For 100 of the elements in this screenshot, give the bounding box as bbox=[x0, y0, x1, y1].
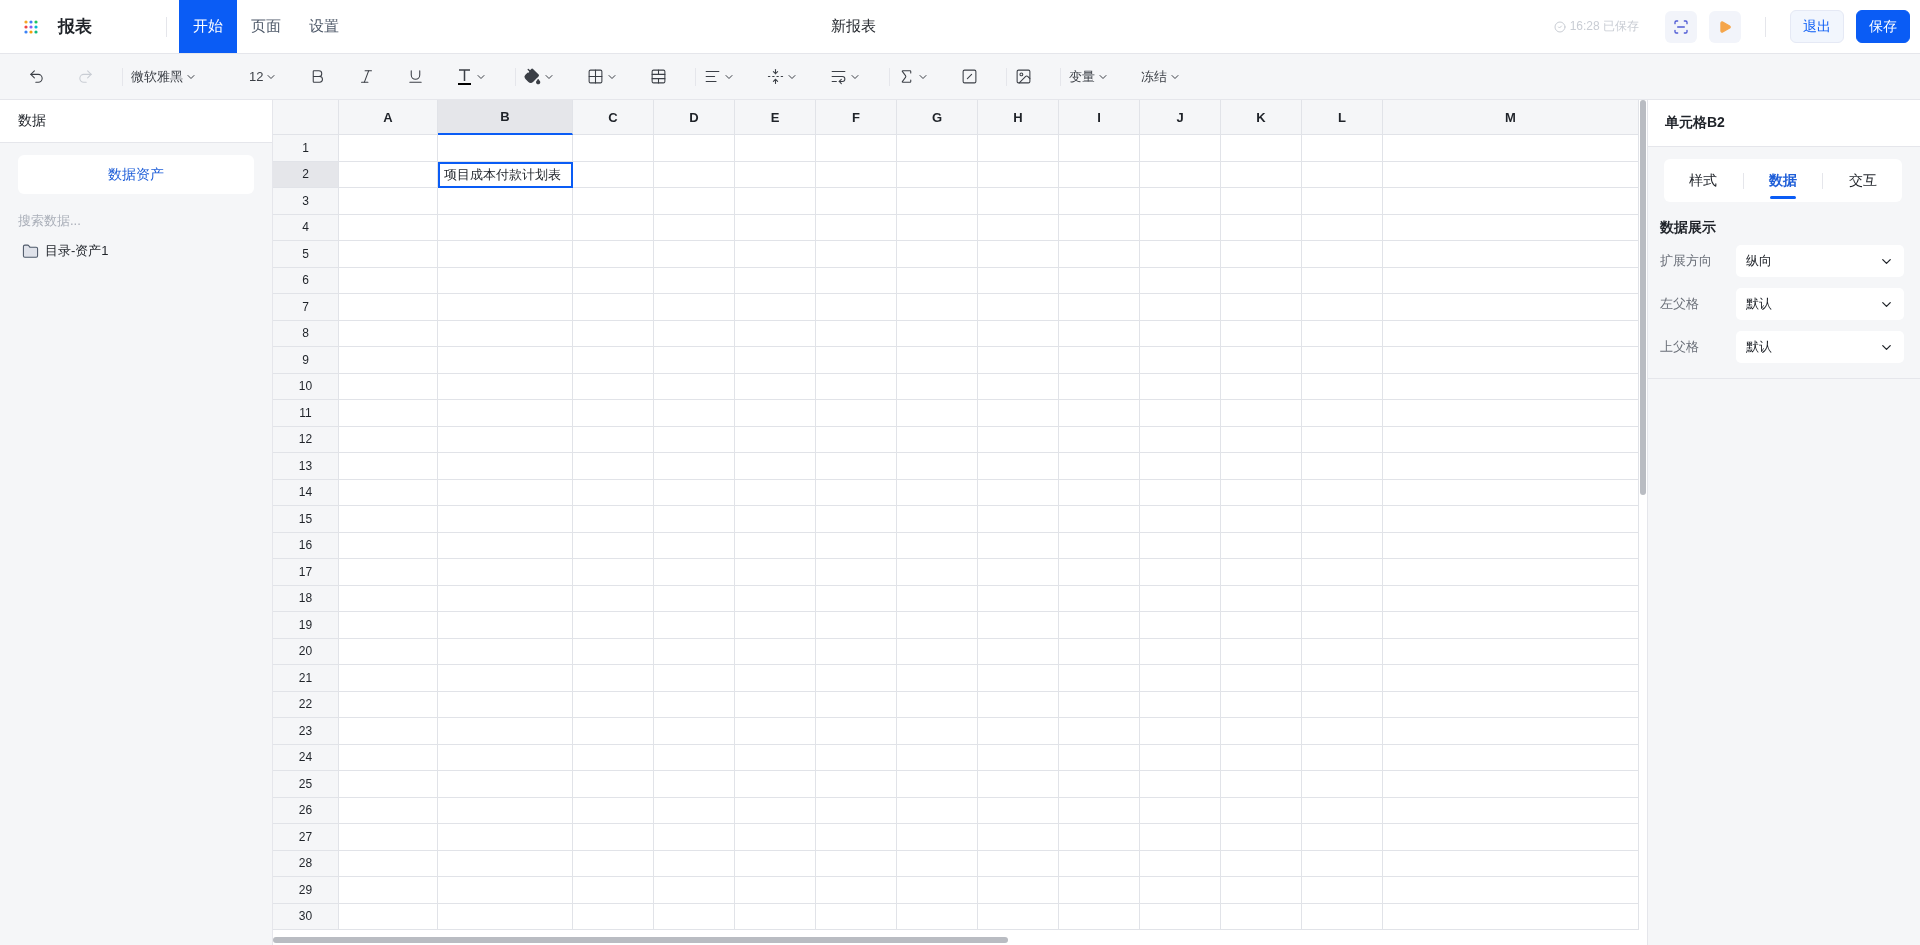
table-cell[interactable] bbox=[816, 771, 897, 798]
table-cell[interactable] bbox=[1302, 744, 1383, 771]
table-cell[interactable] bbox=[735, 506, 816, 533]
table-cell[interactable] bbox=[978, 453, 1059, 480]
table-cell[interactable] bbox=[339, 188, 438, 215]
table-cell[interactable] bbox=[1221, 903, 1302, 930]
table-cell[interactable] bbox=[1383, 797, 1639, 824]
table-cell[interactable] bbox=[1140, 771, 1221, 798]
table-cell[interactable] bbox=[897, 373, 978, 400]
table-cell[interactable] bbox=[1383, 426, 1639, 453]
table-cell[interactable] bbox=[1302, 506, 1383, 533]
table-cell[interactable] bbox=[339, 400, 438, 427]
table-cell[interactable] bbox=[735, 665, 816, 692]
table-cell[interactable] bbox=[735, 188, 816, 215]
table-cell[interactable] bbox=[1302, 161, 1383, 188]
table-cell[interactable] bbox=[1059, 559, 1140, 586]
table-cell[interactable] bbox=[1059, 612, 1140, 639]
table-cell[interactable] bbox=[1383, 903, 1639, 930]
table-cell[interactable] bbox=[1302, 638, 1383, 665]
table-cell[interactable] bbox=[1059, 665, 1140, 692]
table-cell[interactable] bbox=[1140, 426, 1221, 453]
table-cell[interactable] bbox=[978, 135, 1059, 162]
table-cell[interactable] bbox=[1140, 267, 1221, 294]
table-cell[interactable] bbox=[897, 161, 978, 188]
row-header[interactable]: 30 bbox=[273, 903, 339, 930]
table-cell[interactable] bbox=[573, 559, 654, 586]
table-cell[interactable] bbox=[816, 559, 897, 586]
select-field[interactable]: 默认 bbox=[1736, 288, 1904, 320]
table-cell[interactable] bbox=[1302, 426, 1383, 453]
table-cell[interactable] bbox=[339, 426, 438, 453]
table-cell[interactable] bbox=[735, 877, 816, 904]
table-cell[interactable] bbox=[573, 135, 654, 162]
row-header[interactable]: 17 bbox=[273, 559, 339, 586]
table-cell[interactable] bbox=[1383, 585, 1639, 612]
table-cell[interactable] bbox=[897, 797, 978, 824]
table-cell[interactable] bbox=[339, 479, 438, 506]
table-cell[interactable] bbox=[1140, 506, 1221, 533]
table-cell[interactable] bbox=[1221, 267, 1302, 294]
table-cell[interactable] bbox=[1383, 638, 1639, 665]
row-header[interactable]: 6 bbox=[273, 267, 339, 294]
select-field[interactable]: 默认 bbox=[1736, 331, 1904, 363]
table-cell[interactable] bbox=[654, 559, 735, 586]
table-cell[interactable] bbox=[1383, 320, 1639, 347]
table-cell[interactable] bbox=[654, 506, 735, 533]
table-cell[interactable] bbox=[438, 479, 573, 506]
table-cell[interactable] bbox=[1302, 585, 1383, 612]
table-cell[interactable] bbox=[438, 188, 573, 215]
table-cell[interactable] bbox=[735, 453, 816, 480]
table-cell[interactable] bbox=[438, 665, 573, 692]
table-cell[interactable] bbox=[978, 665, 1059, 692]
table-cell[interactable] bbox=[339, 824, 438, 851]
table-cell[interactable] bbox=[1302, 188, 1383, 215]
table-cell[interactable] bbox=[1221, 877, 1302, 904]
table-cell[interactable] bbox=[1140, 585, 1221, 612]
table-cell[interactable] bbox=[654, 267, 735, 294]
table-cell[interactable] bbox=[1140, 612, 1221, 639]
table-cell[interactable] bbox=[573, 797, 654, 824]
table-cell[interactable] bbox=[735, 824, 816, 851]
table-cell[interactable] bbox=[438, 744, 573, 771]
table-cell[interactable] bbox=[1059, 532, 1140, 559]
column-header[interactable]: C bbox=[573, 100, 654, 135]
table-cell[interactable] bbox=[1059, 161, 1140, 188]
table-cell[interactable] bbox=[1059, 188, 1140, 215]
table-cell[interactable] bbox=[735, 347, 816, 374]
table-cell[interactable] bbox=[978, 532, 1059, 559]
row-header[interactable]: 24 bbox=[273, 744, 339, 771]
row-header[interactable]: 8 bbox=[273, 320, 339, 347]
table-cell[interactable] bbox=[1383, 559, 1639, 586]
table-cell[interactable] bbox=[816, 612, 897, 639]
table-cell[interactable] bbox=[654, 850, 735, 877]
table-cell[interactable] bbox=[1221, 612, 1302, 639]
table-cell[interactable] bbox=[897, 294, 978, 321]
table-cell[interactable] bbox=[735, 612, 816, 639]
table-cell[interactable] bbox=[978, 214, 1059, 241]
table-cell[interactable] bbox=[978, 559, 1059, 586]
table-cell[interactable] bbox=[654, 877, 735, 904]
table-cell[interactable] bbox=[816, 638, 897, 665]
table-cell[interactable] bbox=[654, 771, 735, 798]
table-cell[interactable] bbox=[438, 135, 573, 162]
table-cell[interactable] bbox=[573, 294, 654, 321]
search-field[interactable]: 搜索数据... bbox=[18, 210, 254, 230]
table-cell[interactable] bbox=[654, 585, 735, 612]
table-cell[interactable] bbox=[1221, 320, 1302, 347]
table-cell[interactable] bbox=[978, 479, 1059, 506]
table-cell[interactable] bbox=[438, 691, 573, 718]
table-cell[interactable] bbox=[978, 824, 1059, 851]
table-cell[interactable] bbox=[978, 850, 1059, 877]
table-cell[interactable] bbox=[978, 903, 1059, 930]
table-cell[interactable] bbox=[1059, 585, 1140, 612]
table-cell[interactable] bbox=[1302, 479, 1383, 506]
table-cell[interactable] bbox=[573, 903, 654, 930]
column-header[interactable]: I bbox=[1059, 100, 1140, 135]
table-cell[interactable] bbox=[1383, 294, 1639, 321]
table-cell[interactable] bbox=[573, 161, 654, 188]
table-cell[interactable] bbox=[1059, 903, 1140, 930]
table-cell[interactable] bbox=[438, 638, 573, 665]
table-cell[interactable] bbox=[1221, 665, 1302, 692]
table-cell[interactable] bbox=[1140, 797, 1221, 824]
table-cell[interactable] bbox=[735, 214, 816, 241]
table-cell[interactable] bbox=[1140, 559, 1221, 586]
